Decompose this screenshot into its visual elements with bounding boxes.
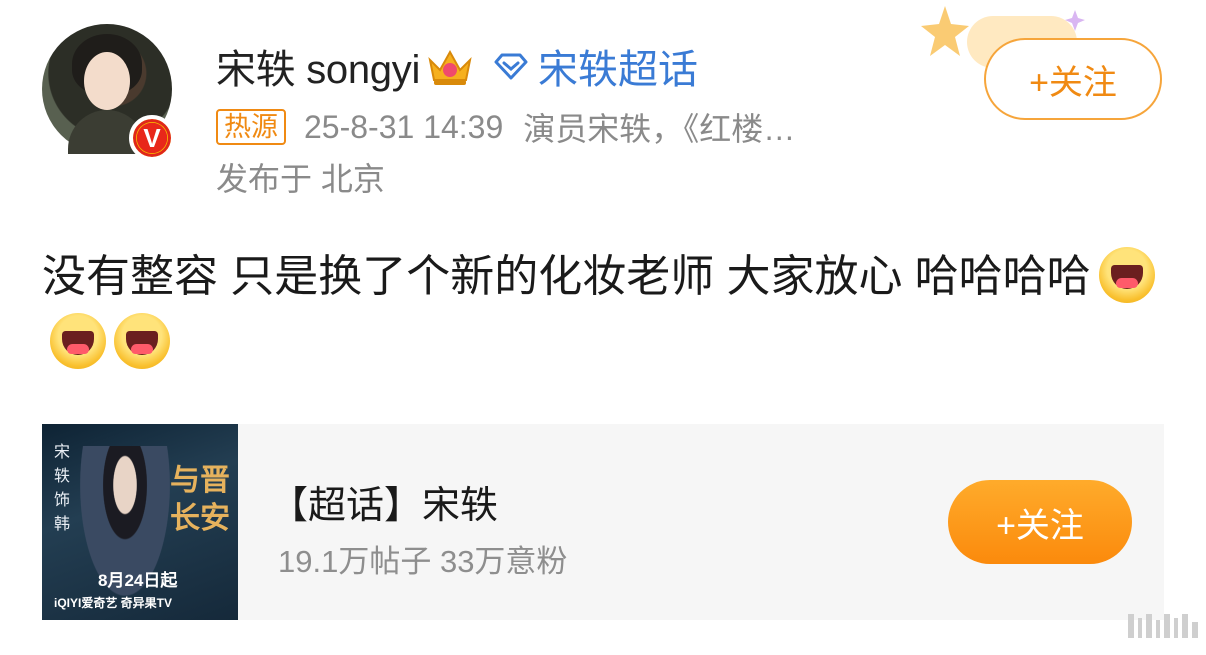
supertopic-link[interactable]: 宋轶超话 [538,37,698,95]
laughing-emoji-icon [114,313,170,369]
author-name[interactable]: 宋轶 songyi [216,37,420,95]
supertopic-cover-image: 宋轶 饰 韩 与晋长安 8月24日起 iQIYI爱奇艺 奇异果TV [42,424,238,620]
follow-button[interactable]: +关注 [984,38,1162,120]
hot-source-badge: 热源 [216,109,286,145]
verified-v-icon: V [129,115,175,161]
laughing-emoji-icon [50,313,106,369]
cover-date: 8月24日起 [98,571,178,590]
post-location: 发布于 北京 [216,161,385,197]
post-timestamp: 25-8-31 14:39 [304,108,504,145]
supertopic-stats: 19.1万帖子 33万意粉 [278,544,568,579]
supertopic-card[interactable]: 宋轶 饰 韩 与晋长安 8月24日起 iQIYI爱奇艺 奇异果TV 【超话】宋轶… [42,424,1164,620]
post-meta-row: 热源 25-8-31 14:39 演员宋轶，《红楼… [216,104,795,150]
diamond-icon [494,53,528,80]
post-text-body: 没有整容 只是换了个新的化妆老师 大家放心 哈哈哈哈 [42,252,1091,301]
crown-icon [428,49,472,85]
supertopic-follow-button[interactable]: +关注 [948,480,1132,564]
cover-logos: iQIYI爱奇艺 奇异果TV [54,596,173,610]
post-text: 没有整容 只是换了个新的化妆老师 大家放心 哈哈哈哈 [42,244,1172,376]
post-source[interactable]: 演员宋轶，《红楼… [523,104,795,150]
supertopic-title[interactable]: 【超话】宋轶 [270,474,498,529]
author-name-row: 宋轶 songyi 宋轶超话 [216,40,698,92]
cover-side-text: 宋轶 饰 韩 [54,442,71,533]
cover-title: 与晋长安 [170,463,230,536]
laughing-emoji-icon [1098,247,1155,303]
weibo-watermark-icon [1128,614,1198,638]
post-header: V 宋轶 songyi 宋轶超话 热源 25-8-31 14:39 演员宋轶，《… [0,0,1206,210]
